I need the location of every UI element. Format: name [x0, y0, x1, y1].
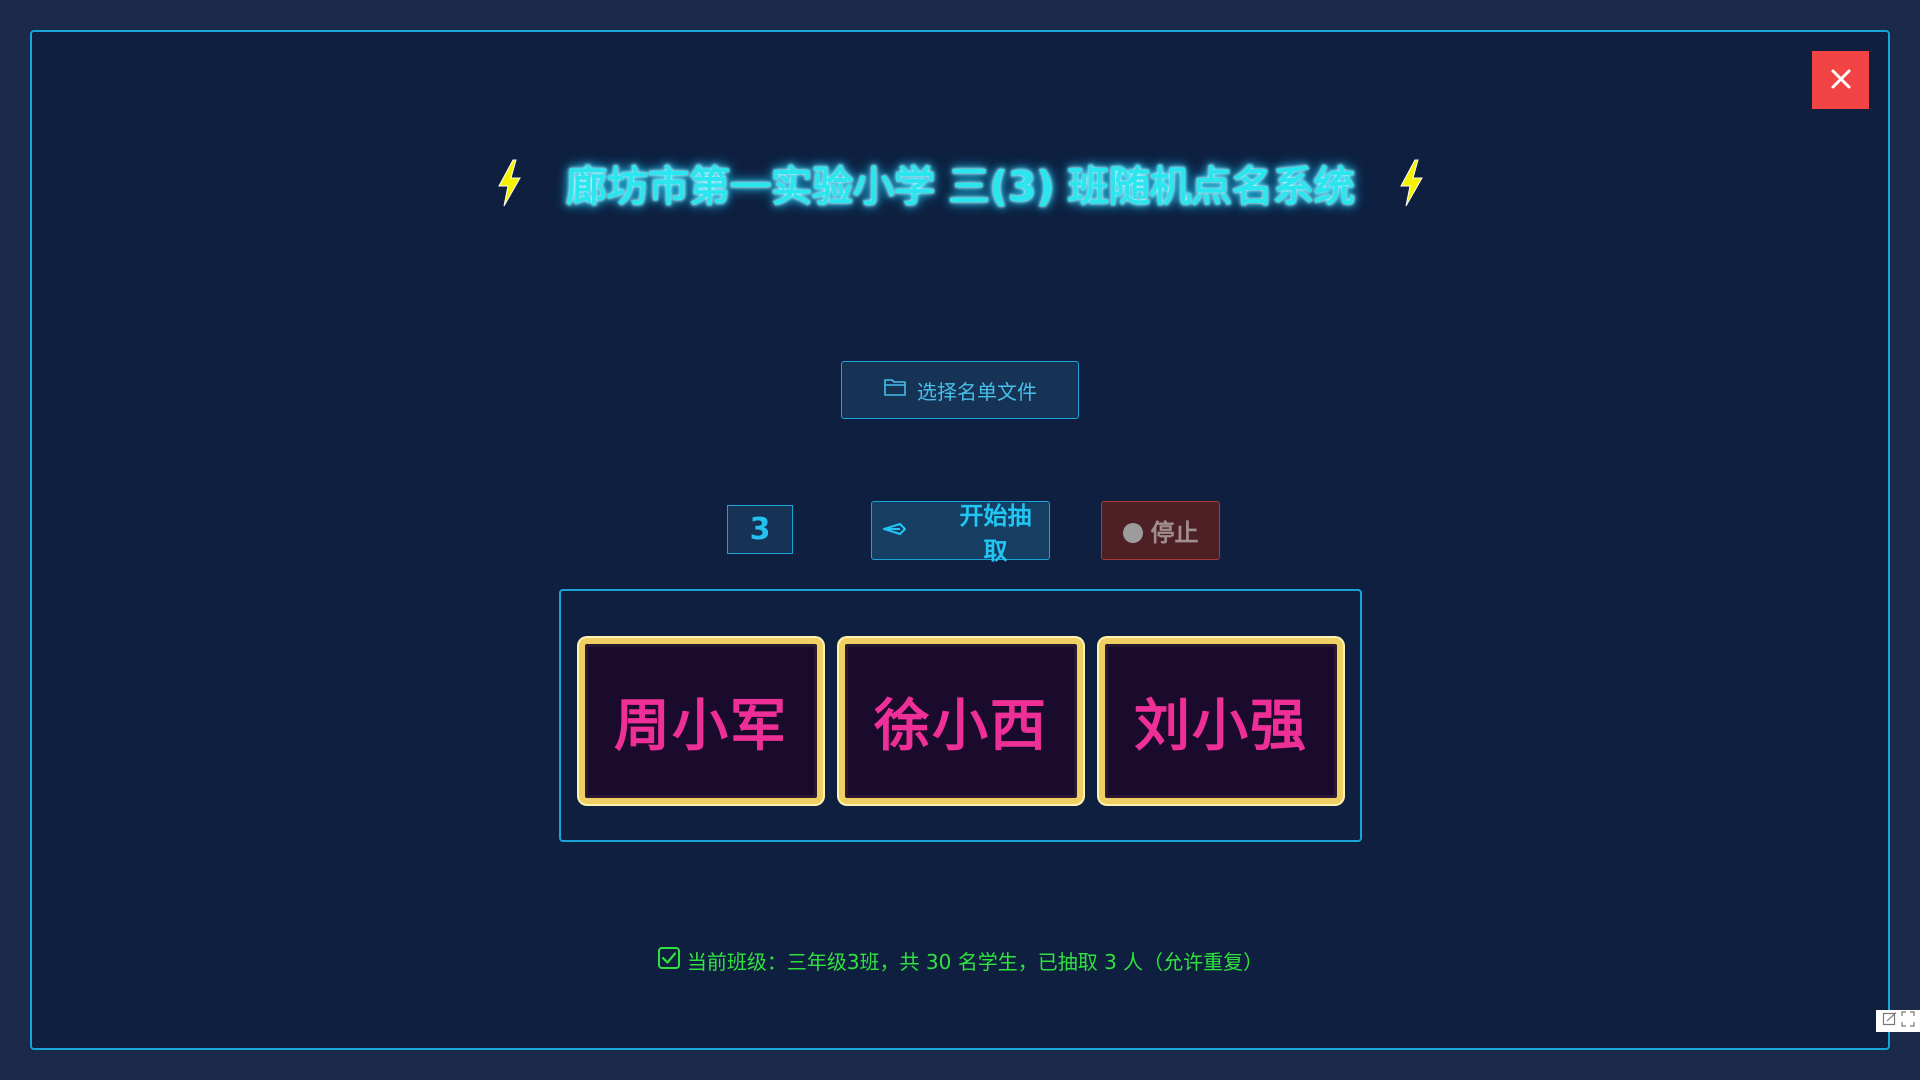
record-dot-icon [1122, 523, 1143, 543]
drawn-name: 周小军 [614, 693, 788, 759]
expand-icon[interactable] [1900, 1011, 1915, 1031]
close-button[interactable] [1812, 51, 1869, 109]
title-bar: 廊坊市第一实验小学 三(3) 班随机点名系统 [0, 150, 1920, 216]
start-draw-button[interactable]: 开始抽取 [871, 501, 1050, 565]
stop-label: 停止 [1150, 520, 1199, 547]
name-card: 周小军 [579, 638, 823, 804]
page-title: 廊坊市第一实验小学 三(3) 班随机点名系统 [565, 161, 1356, 211]
drawn-name: 徐小西 [874, 693, 1048, 759]
lightning-bolt-icon [494, 158, 524, 208]
checkbox-checked-icon [657, 946, 681, 975]
name-card: 徐小西 [839, 638, 1083, 804]
corner-toolbar[interactable] [1876, 1010, 1920, 1032]
stop-button[interactable]: 停止 [1101, 501, 1220, 560]
start-draw-label: 开始抽取 [959, 502, 1032, 565]
draw-count-input[interactable]: 3 [727, 505, 793, 554]
close-icon [1830, 68, 1852, 93]
drawn-name: 刘小强 [1134, 693, 1308, 759]
select-file-button[interactable]: 选择名单文件 [841, 361, 1079, 419]
select-file-label: 选择名单文件 [917, 381, 1037, 404]
name-card: 刘小强 [1099, 638, 1343, 804]
edit-icon[interactable] [1882, 1011, 1898, 1031]
folder-icon [883, 376, 907, 404]
status-bar: 当前班级：三年级3班，共 30 名学生，已抽取 3 人（允许重复） [0, 945, 1920, 975]
status-text: 当前班级：三年级3班，共 30 名学生，已抽取 3 人（允许重复） [686, 949, 1264, 974]
pencil-icon [882, 517, 908, 545]
lightning-bolt-icon [1396, 158, 1426, 208]
